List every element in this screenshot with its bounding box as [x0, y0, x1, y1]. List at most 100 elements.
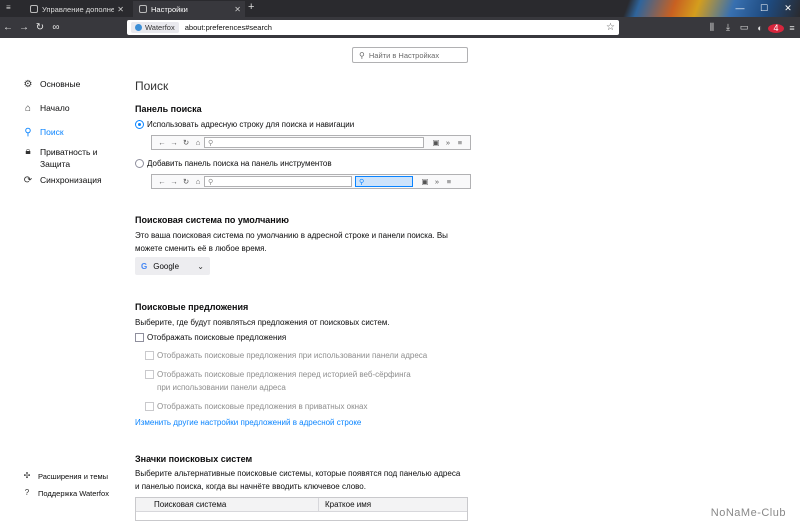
toolbar-buttons: ⫼ ⤓ ▭ ◐ 4 ≡	[704, 17, 800, 38]
preview-url-field: ⚲	[204, 176, 352, 187]
home-icon: ⌂	[24, 103, 32, 114]
menu-icon: ≡	[446, 177, 452, 186]
radio-label: Добавить панель поиска на панель инструм…	[147, 159, 332, 168]
checkbox-box[interactable]	[145, 351, 154, 360]
tab-settings[interactable]: Настройки ✕	[133, 1, 245, 17]
checkbox-box[interactable]	[145, 402, 154, 411]
download-icon[interactable]: ⤓	[720, 22, 736, 33]
gear-icon	[139, 5, 147, 13]
google-icon: G	[141, 261, 148, 271]
close-tab-icon[interactable]: ✕	[117, 5, 124, 14]
preview-url-field: ⚲	[204, 137, 424, 148]
checkbox-label: Отображать поисковые предложения при исп…	[157, 351, 428, 360]
url-text[interactable]: about:preferences#search	[185, 23, 606, 32]
sidebar-item-label: Синхронизация	[40, 175, 102, 185]
default-engine-dropdown[interactable]: G Google ⌄	[135, 257, 210, 275]
overflow-icon: »	[434, 177, 440, 186]
gear-icon: ⚙	[23, 79, 33, 90]
checkbox-box[interactable]	[145, 370, 154, 379]
notification-badge: 4	[768, 23, 784, 33]
toolbar-preview-search: ← → ↻ ⌂ ⚲ ⚲ ▣ » ≡	[151, 174, 471, 189]
navigation-toolbar: ← → ↻ ∞ Waterfox about:preferences#searc…	[0, 17, 800, 38]
radio-add-search-bar[interactable]: Добавить панель поиска на панель инструм…	[135, 159, 332, 168]
checkbox-suggestions-private[interactable]: Отображать поисковые предложения в прива…	[145, 400, 367, 413]
identity-box[interactable]: Waterfox	[131, 22, 179, 33]
tab-addons[interactable]: Управление дополнениями ✕	[24, 1, 128, 17]
home-icon: ⌂	[195, 138, 201, 147]
preview-search-field: ⚲	[355, 176, 413, 187]
checkbox-label: Отображать поисковые предложения	[147, 333, 287, 342]
tab-strip: ≡ Управление дополнениями ✕ Настройки ✕ …	[0, 0, 800, 17]
chevron-down-icon: ⌄	[197, 261, 204, 271]
sidebar-item-search[interactable]: ⚲ Поиск	[22, 127, 64, 139]
minimize-button[interactable]: —	[728, 0, 752, 17]
suggestions-heading: Поисковые предложения	[135, 302, 249, 312]
preferences-sidebar: ⚙ Основные ⌂ Начало ⚲ Поиск 🔒︎ Приватнос…	[22, 38, 127, 521]
sidebar-item-label: Приватность и Защита	[40, 147, 98, 169]
shortcuts-heading: Значки поисковых систем	[135, 454, 253, 464]
toolbar-preview-address: ← → ↻ ⌂ ⚲ ▣ » ≡	[151, 135, 471, 150]
sidebar-item-general[interactable]: ⚙ Основные	[22, 79, 81, 91]
sidebar-item-home[interactable]: ⌂ Начало	[22, 103, 70, 115]
search-bar-heading: Панель поиска	[135, 104, 202, 114]
close-tab-icon[interactable]: ✕	[234, 5, 241, 14]
overflow-icon: »	[445, 138, 451, 147]
sidebar-item-sync[interactable]: ⟳ Синхронизация	[22, 175, 102, 187]
checkbox-suggestions-address[interactable]: Отображать поисковые предложения при исп…	[145, 349, 427, 362]
menu-icon: ≡	[457, 138, 463, 147]
library-icon: ▣	[432, 138, 440, 147]
column-header-engine[interactable]: Поисковая система	[136, 498, 319, 511]
new-tab-button[interactable]: +	[248, 1, 254, 13]
back-icon: ←	[158, 138, 166, 147]
forward-button[interactable]: →	[16, 22, 32, 33]
lock-icon: 🔒︎	[25, 146, 31, 157]
sidebar-icon[interactable]: ▭	[736, 22, 752, 33]
puzzle-icon	[30, 5, 38, 13]
notification-icon[interactable]: 4	[768, 23, 784, 33]
radio-circle[interactable]	[135, 120, 144, 129]
checkbox-label: Отображать поисковые предложения перед и…	[157, 370, 411, 392]
sidebar-item-label: Поиск	[40, 127, 64, 137]
suggestions-description: Выберите, где будут появляться предложен…	[135, 318, 390, 327]
sidebar-item-label: Начало	[40, 103, 70, 113]
column-header-keyword[interactable]: Краткое имя	[319, 498, 377, 511]
menu-icon[interactable]: ≡	[784, 23, 800, 33]
search-icon: ⚲	[24, 127, 32, 138]
checkbox-label: Отображать поисковые предложения в прива…	[157, 402, 368, 411]
reload-icon: ↻	[182, 177, 190, 186]
checkbox-box[interactable]	[135, 333, 144, 342]
reload-button[interactable]: ↻	[32, 22, 48, 33]
tab-title: Управление дополнениями	[42, 4, 115, 14]
sidebar-item-label: Основные	[40, 79, 81, 89]
radio-label: Использовать адресную строку для поиска …	[147, 120, 355, 129]
puzzle-icon: ✣	[23, 471, 31, 480]
search-placeholder: Найти в Настройках	[368, 50, 440, 60]
shield-icon[interactable]: ◐	[752, 23, 768, 33]
home-icon: ⌂	[195, 177, 201, 186]
checkbox-show-suggestions[interactable]: Отображать поисковые предложения	[135, 331, 286, 344]
library-icon: ▣	[421, 177, 429, 186]
sidebar-item-support[interactable]: ? Поддержка Waterfox	[22, 488, 109, 498]
infinity-icon[interactable]: ∞	[48, 22, 64, 33]
preferences-page: ⚲ Найти в Настройках ⚙ Основные ⌂ Начало…	[0, 38, 800, 521]
back-button[interactable]: ←	[0, 22, 16, 33]
library-icon[interactable]: ⫼	[704, 22, 720, 33]
bookmark-star-icon[interactable]: ☆	[606, 22, 615, 33]
address-bar[interactable]: Waterfox about:preferences#search ☆	[127, 20, 619, 35]
dropdown-value: Google	[153, 261, 180, 271]
help-icon: ?	[24, 488, 30, 497]
preferences-search-input[interactable]: ⚲ Найти в Настройках	[352, 47, 468, 63]
address-bar-suggestions-link[interactable]: Изменить другие настройки предложений в …	[135, 418, 361, 427]
sync-icon: ⟳	[23, 175, 33, 186]
close-window-button[interactable]: ✕	[776, 0, 800, 17]
maximize-button[interactable]: ☐	[752, 0, 776, 17]
sidebar-item-addons[interactable]: ✣ Расширения и темы	[22, 471, 108, 481]
checkbox-suggestions-before-history[interactable]: Отображать поисковые предложения перед и…	[145, 368, 425, 394]
window-menu-icon[interactable]: ≡	[6, 4, 16, 12]
watermark: NoNaMe-Club	[710, 507, 786, 519]
radio-circle[interactable]	[135, 159, 144, 168]
sidebar-item-privacy[interactable]: 🔒︎ Приватность и Защита	[22, 146, 102, 170]
radio-use-address-bar[interactable]: Использовать адресную строку для поиска …	[135, 120, 354, 129]
waterfox-logo-icon	[135, 24, 142, 31]
shortcuts-description: Выберите альтернативные поисковые систем…	[135, 469, 461, 491]
